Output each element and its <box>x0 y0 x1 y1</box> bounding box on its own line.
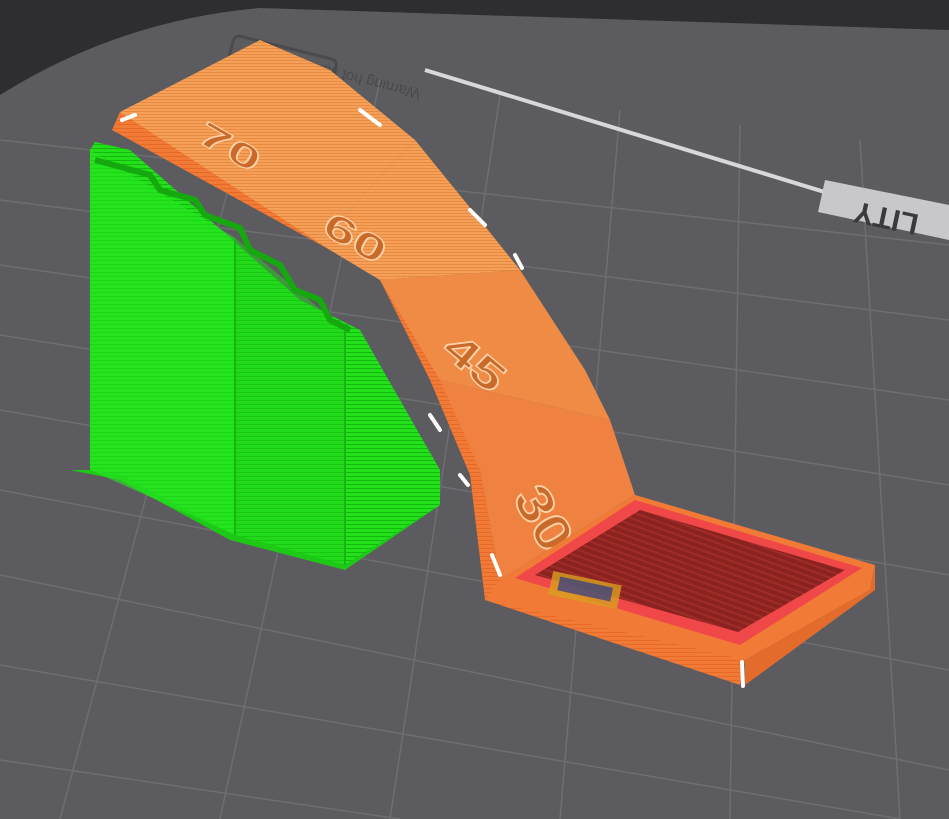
print-preview-scene[interactable]: Warning hot surface LITY 70 60 45 30 <box>0 0 949 819</box>
3d-preview-viewport[interactable]: Warning hot surface LITY 70 60 45 30 <box>0 0 949 819</box>
